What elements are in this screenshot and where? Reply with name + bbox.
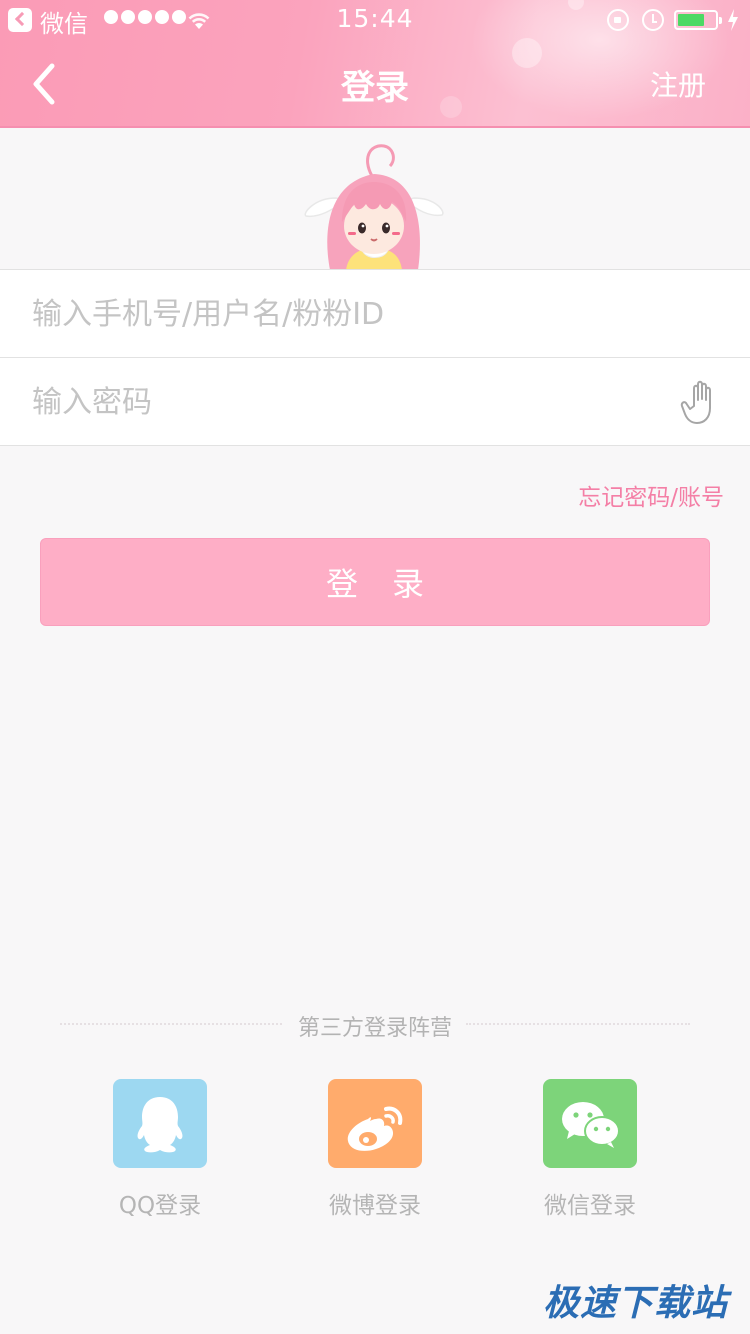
anime-girl-mascot-icon bbox=[304, 144, 444, 270]
password-field-row bbox=[0, 357, 750, 446]
page-title: 登录 bbox=[341, 68, 409, 108]
wechat-login-label: 微信登录 bbox=[544, 1193, 636, 1219]
weibo-login-label: 微博登录 bbox=[329, 1193, 421, 1219]
forgot-password-link[interactable]: 忘记密码/账号 bbox=[578, 478, 724, 512]
qq-icon bbox=[137, 1097, 183, 1153]
weibo-icon bbox=[347, 1106, 403, 1151]
hand-icon[interactable] bbox=[680, 378, 724, 426]
charging-bolt-icon bbox=[728, 9, 738, 31]
alarm-icon bbox=[642, 9, 664, 31]
battery-icon bbox=[674, 10, 722, 30]
weibo-login-button[interactable]: 微博登录 bbox=[295, 1079, 455, 1220]
password-input[interactable] bbox=[32, 358, 652, 446]
weibo-tile[interactable] bbox=[328, 1079, 422, 1168]
watermark: 极速下载站 bbox=[542, 1283, 728, 1324]
battery-fill bbox=[678, 14, 704, 26]
login-button[interactable]: 登录 bbox=[40, 538, 710, 626]
rotation-lock-icon bbox=[607, 9, 629, 31]
status-bar: 微信 15:44 bbox=[0, 0, 750, 40]
wechat-tile[interactable] bbox=[543, 1079, 637, 1168]
qq-login-button[interactable]: QQ登录 bbox=[80, 1079, 240, 1220]
qq-tile[interactable] bbox=[113, 1079, 207, 1168]
clock: 15:44 bbox=[336, 4, 414, 33]
register-link[interactable]: 注册 bbox=[650, 64, 706, 104]
wechat-login-button[interactable]: 微信登录 bbox=[510, 1079, 670, 1220]
third-party-title: 第三方登录阵营 bbox=[297, 1016, 452, 1041]
qq-login-label: QQ登录 bbox=[118, 1193, 202, 1219]
account-input[interactable] bbox=[32, 270, 652, 358]
header: 微信 15:44 登录 注册 bbox=[0, 0, 750, 128]
wechat-icon bbox=[562, 1102, 620, 1148]
account-field-row bbox=[0, 269, 750, 358]
